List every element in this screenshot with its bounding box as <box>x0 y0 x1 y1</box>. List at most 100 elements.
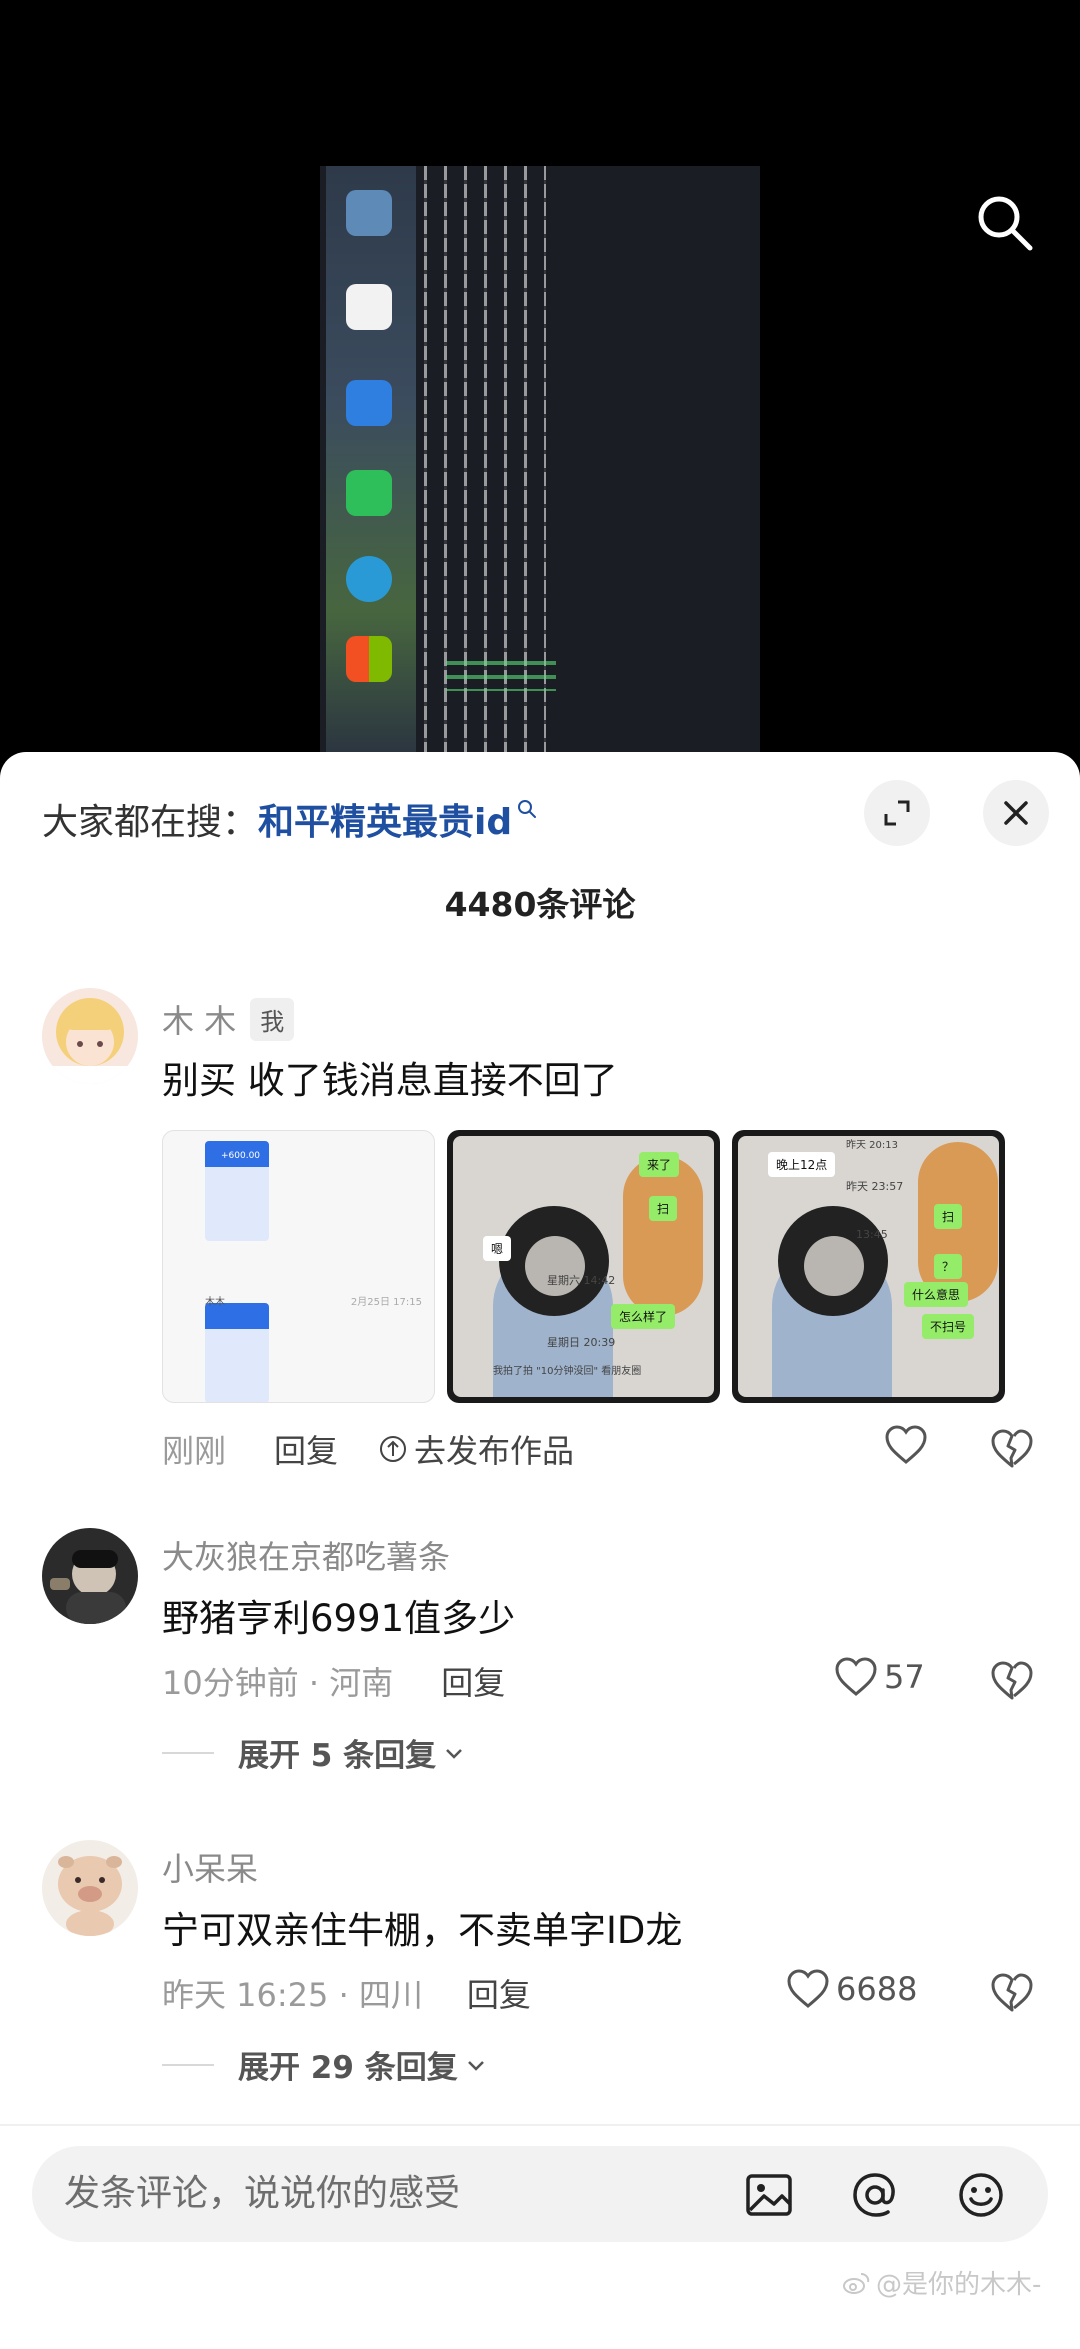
heart-icon <box>787 1969 829 2008</box>
payment-card <box>205 1303 269 1402</box>
chevron-down-icon <box>467 2060 484 2071</box>
hot-search-bar[interactable]: 大家都在搜： 和平精英最贵id <box>42 794 538 844</box>
reply-button[interactable]: 回复 <box>467 1970 531 2016</box>
avatar-image <box>42 988 138 1084</box>
expand-replies-label: 展开 29 条回复 <box>238 2050 458 2086</box>
heart-icon <box>835 1657 877 1696</box>
comment-input[interactable]: 发条评论，说说你的感受 <box>64 2146 460 2242</box>
heart-icon <box>885 1425 927 1464</box>
recycle-bin-icon <box>346 190 392 236</box>
comment-time: 刚刚 <box>162 1432 227 1470</box>
me-badge: 我 <box>250 997 295 1041</box>
chat-bubble: 晚上12点 <box>768 1152 836 1177</box>
image-name: 木木 <box>205 1297 225 1308</box>
comment-author[interactable]: 木 木 我 <box>162 996 295 1042</box>
comment-meta: 昨天 16:25 · 四川 回复 <box>162 1970 531 2016</box>
comment-image-2[interactable]: 来了 扫 嗯 星期六 14:42 怎么样了 星期日 20:39 我拍了拍 "10… <box>447 1130 720 1403</box>
fullscreen-button[interactable] <box>864 780 930 846</box>
comment-image-1[interactable]: 木木 2月25日 17:15 +600.00 <box>162 1130 435 1403</box>
divider-line <box>162 2063 214 2066</box>
like-button[interactable] <box>884 1424 928 1466</box>
publish-link[interactable]: 去发布作品 <box>378 1426 574 1472</box>
video-area[interactable] <box>0 0 1080 760</box>
chat-bubble: 来了 <box>639 1152 680 1177</box>
comment-text: 野猪亨利6991值多少 <box>162 1597 516 1640</box>
comment-author[interactable]: 小呆呆 <box>162 1844 258 1890</box>
terminal-green-lines <box>446 661 556 691</box>
comment-meta: 10分钟前 · 河南 回复 <box>162 1658 505 1704</box>
avatar[interactable] <box>42 1528 138 1624</box>
expand-replies-label: 展开 5 条回复 <box>238 1738 437 1774</box>
comment-time: 10分钟前 · 河南 <box>162 1664 394 1702</box>
windows-icon <box>346 636 392 682</box>
chat-bubble: 扫 <box>934 1204 963 1229</box>
chat-bubble: 怎么样了 <box>611 1304 676 1329</box>
like-count: 57 <box>884 1658 925 1696</box>
pc-manager-icon <box>346 380 392 426</box>
chat-time: 13:45 <box>856 1228 888 1241</box>
comment-time: 昨天 16:25 · 四川 <box>162 1976 423 2014</box>
avatar-image <box>42 1528 138 1624</box>
photo-background: 来了 扫 嗯 星期六 14:42 怎么样了 星期日 20:39 我拍了拍 "10… <box>453 1136 714 1397</box>
chat-bubble: 不扫号 <box>922 1314 975 1339</box>
photo-background: 昨天 20:13 晚上12点 昨天 23:57 扫 13:45 ？ 什么意思 不… <box>738 1136 999 1397</box>
comment-image-row: 木木 2月25日 17:15 +600.00 来了 扫 嗯 星期六 14:42 … <box>162 1130 1005 1403</box>
image-icon[interactable] <box>744 2170 794 2220</box>
dislike-icon[interactable] <box>990 1658 1034 1702</box>
comment-text: 宁可双亲住牛棚，不卖单字ID龙 <box>162 1909 683 1952</box>
chat-caption: 我拍了拍 "10分钟没回" 看朋友圈 <box>493 1366 642 1377</box>
publish-label: 去发布作品 <box>414 1432 575 1470</box>
expand-replies-button[interactable]: 展开 29 条回复 <box>162 2042 488 2087</box>
image-date: 2月25日 17:15 <box>350 1297 422 1308</box>
expand-icon <box>884 800 910 826</box>
qq-icon <box>346 284 392 330</box>
comment-author-name: 木 木 <box>162 1002 237 1040</box>
dislike-icon[interactable] <box>990 1426 1034 1470</box>
comment-image-3[interactable]: 昨天 20:13 晚上12点 昨天 23:57 扫 13:45 ？ 什么意思 不… <box>732 1130 1005 1403</box>
expand-replies-button[interactable]: 展开 5 条回复 <box>162 1730 466 1775</box>
close-button[interactable] <box>983 780 1049 846</box>
reply-button[interactable]: 回复 <box>441 1658 505 1704</box>
reply-button[interactable]: 回复 <box>274 1426 338 1472</box>
avatar[interactable] <box>42 988 138 1084</box>
search-icon <box>518 800 537 818</box>
chat-bubble: ？ <box>934 1254 963 1279</box>
divider-line <box>162 1751 214 1754</box>
at-icon[interactable] <box>850 2170 900 2220</box>
comment-text: 别买 收了钱消息直接不回了 <box>162 1059 618 1102</box>
chat-time: 星期日 20:39 <box>547 1336 616 1349</box>
video-frame <box>320 166 760 760</box>
like-button[interactable]: 6688 <box>786 1968 917 2010</box>
emoji-icon[interactable] <box>956 2170 1006 2220</box>
desktop-icons-column <box>326 166 416 760</box>
hot-search-term[interactable]: 和平精英最贵id <box>258 793 512 845</box>
comment-input-bar[interactable]: 发条评论，说说你的感受 <box>32 2146 1048 2242</box>
chat-bubble: 什么意思 <box>904 1282 969 1307</box>
chat-time: 昨天 23:57 <box>846 1180 904 1193</box>
chat-bubble: 扫 <box>649 1196 678 1221</box>
image-amount: +600.00 <box>221 1151 261 1161</box>
divider <box>0 2124 1080 2126</box>
publish-arrow-icon <box>380 1436 407 1462</box>
comment-author[interactable]: 大灰狼在京都吃薯条 <box>162 1532 450 1578</box>
weibo-icon <box>843 2272 870 2294</box>
hot-search-prefix: 大家都在搜： <box>42 802 259 843</box>
like-count: 6688 <box>836 1970 918 2008</box>
browser-icon <box>346 556 392 602</box>
watermark: @是你的木木- <box>842 2264 1041 2301</box>
avatar-image <box>42 1840 138 1936</box>
avatar[interactable] <box>42 1840 138 1936</box>
like-button[interactable]: 57 <box>834 1656 925 1698</box>
chat-bubble: 嗯 <box>483 1236 512 1261</box>
chat-time: 星期六 14:42 <box>547 1274 616 1287</box>
chat-time: 昨天 20:13 <box>846 1140 898 1151</box>
dislike-icon[interactable] <box>990 1970 1034 2014</box>
chevron-down-icon <box>446 1748 463 1759</box>
comment-meta: 刚刚 回复 去发布作品 <box>162 1426 574 1472</box>
cat-held-shape <box>804 1236 864 1296</box>
search-icon[interactable] <box>972 190 1036 254</box>
close-icon <box>1004 801 1028 825</box>
watermark-text: @是你的木木- <box>876 2270 1042 2300</box>
wechat-icon <box>346 470 392 516</box>
cat-shape <box>623 1156 703 1316</box>
